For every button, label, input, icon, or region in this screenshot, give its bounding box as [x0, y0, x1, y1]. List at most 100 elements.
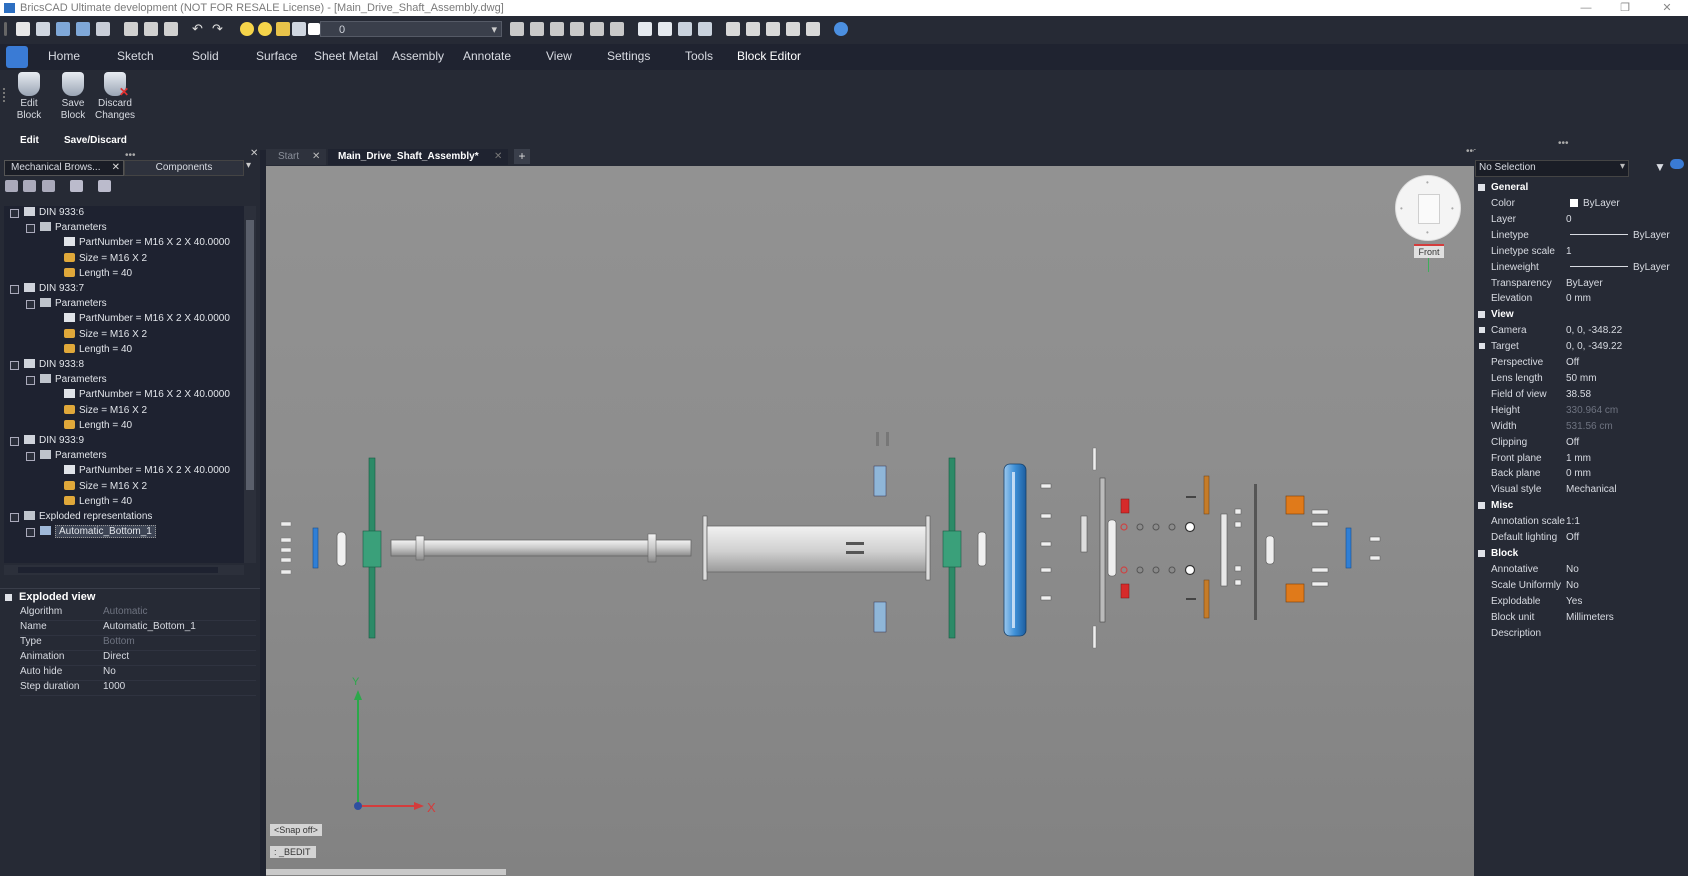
property-value[interactable]: ByLayer: [1566, 196, 1620, 212]
tree-item[interactable]: Size = M16 X 2: [64, 403, 147, 418]
property-row[interactable]: Annotation scale 1:1: [1474, 514, 1688, 530]
shade-icon[interactable]: [678, 22, 692, 36]
selection-dropdown[interactable]: No Selection ▾: [1475, 160, 1629, 177]
panel-close-icon[interactable]: ✕: [250, 148, 258, 159]
property-row[interactable]: Linetype scale 1: [1474, 244, 1688, 260]
tree-item[interactable]: DIN 933:6: [10, 205, 84, 220]
polar-icon[interactable]: [610, 22, 624, 36]
property-row[interactable]: Annotative No: [1474, 562, 1688, 578]
tree-filter-icon[interactable]: [42, 180, 55, 192]
print-preview-icon[interactable]: [124, 22, 138, 36]
tools-icon[interactable]: [766, 22, 780, 36]
eraser-icon[interactable]: [746, 22, 760, 36]
property-row[interactable]: Elevation 0 mm: [1474, 291, 1688, 307]
property-value[interactable]: 0: [1566, 212, 1572, 228]
open-file-icon[interactable]: [36, 22, 50, 36]
property-value[interactable]: ByLayer: [1566, 228, 1670, 244]
help-icon[interactable]: [834, 22, 848, 36]
tree-item[interactable]: Length = 40: [64, 342, 132, 357]
section-block[interactable]: Block: [1474, 546, 1688, 562]
grid-icon[interactable]: [570, 22, 584, 36]
property-value[interactable]: 1000: [103, 679, 125, 695]
property-value[interactable]: No: [1566, 562, 1579, 578]
property-row[interactable]: Default lighting Off: [1474, 530, 1688, 546]
tree-collapse-toggle-icon[interactable]: [10, 513, 19, 522]
property-row[interactable]: Target 0, 0, -349.22: [1474, 339, 1688, 355]
save-as-icon[interactable]: [76, 22, 90, 36]
command-line-tag[interactable]: : _BEDIT: [270, 846, 316, 858]
tree-item[interactable]: Size = M16 X 2: [64, 251, 147, 266]
drawing-viewport[interactable]: • • • • Front Y X <Snap off>: _BEDIT: [266, 166, 1474, 876]
chevron-down-icon[interactable]: ▾: [1620, 161, 1625, 172]
redo-icon[interactable]: ↷: [212, 22, 226, 36]
tree-item[interactable]: Parameters: [26, 448, 107, 463]
property-row[interactable]: Clipping Off: [1474, 435, 1688, 451]
property-value[interactable]: Yes: [1566, 594, 1582, 610]
collapse-section-icon[interactable]: [1478, 502, 1485, 510]
print-icon[interactable]: [164, 22, 178, 36]
tab-components[interactable]: Components: [124, 160, 244, 176]
property-value[interactable]: Off: [1566, 355, 1579, 371]
tree-collapse-toggle-icon[interactable]: [26, 528, 35, 538]
collapse-section-icon[interactable]: [1478, 550, 1485, 557]
tree-collapse-toggle-icon[interactable]: [10, 285, 19, 294]
section-general[interactable]: General: [1474, 180, 1688, 196]
property-row[interactable]: Color ByLayer: [1474, 196, 1688, 212]
property-row[interactable]: Explodable Yes: [1474, 594, 1688, 610]
property-value[interactable]: 1: [1566, 244, 1572, 260]
property-value[interactable]: Mechanical: [1566, 482, 1617, 498]
section-misc[interactable]: Misc: [1474, 498, 1688, 514]
property-row[interactable]: Back plane 0 mm: [1474, 466, 1688, 482]
tree-item-selected[interactable]: Automatic_Bottom_1: [26, 524, 156, 539]
close-tab-start-icon[interactable]: ✕: [312, 151, 320, 162]
property-row[interactable]: Block unit Millimeters: [1474, 610, 1688, 626]
property-value[interactable]: 38.58: [1566, 387, 1591, 403]
tree-collapse-toggle-icon[interactable]: [26, 452, 35, 462]
property-value[interactable]: Bottom: [103, 634, 135, 650]
property-value[interactable]: 0 mm: [1566, 291, 1591, 307]
expand-icon[interactable]: [1479, 343, 1485, 350]
property-value[interactable]: 330.964 cm: [1566, 403, 1618, 419]
tree-item[interactable]: Length = 40: [64, 266, 132, 281]
tree-item[interactable]: PartNumber = M16 X 2 X 40.0000: [64, 311, 230, 326]
expand-icon[interactable]: [1479, 327, 1485, 334]
property-value[interactable]: Automatic: [103, 604, 147, 620]
tab-mechanical-browser[interactable]: Mechanical Brows... ✕: [4, 160, 124, 176]
property-row[interactable]: Transparency ByLayer: [1474, 276, 1688, 292]
tab-assembly[interactable]: Assembly: [392, 49, 444, 63]
snap-status-tag[interactable]: <Snap off>: [270, 824, 322, 836]
tab-surface[interactable]: Surface: [256, 49, 297, 63]
property-row[interactable]: Layer 0: [1474, 212, 1688, 228]
tab-main-drive-shaft[interactable]: Main_Drive_Shaft_Assembly* ✕: [328, 149, 508, 165]
render-icon[interactable]: [698, 22, 712, 36]
property-value[interactable]: Millimeters: [1566, 610, 1614, 626]
tree-scrollbar-thumb[interactable]: [246, 220, 254, 490]
tree-collapse-toggle-icon[interactable]: [10, 361, 19, 370]
property-value[interactable]: Off: [1566, 530, 1579, 546]
screen-icon[interactable]: [806, 22, 820, 36]
tree-item[interactable]: Size = M16 X 2: [64, 327, 147, 342]
save-block-button[interactable]: Save Block: [51, 72, 95, 122]
tree-item[interactable]: Size = M16 X 2: [64, 479, 147, 494]
tree-item[interactable]: Length = 40: [64, 494, 132, 509]
tree-collapse-toggle-icon[interactable]: [26, 224, 35, 234]
collapse-section-icon[interactable]: [5, 594, 12, 601]
tab-sheet-metal[interactable]: Sheet Metal: [314, 49, 378, 63]
property-value[interactable]: 50 mm: [1566, 371, 1597, 387]
property-value[interactable]: ByLayer: [1566, 276, 1603, 292]
tree-collapse-toggle-icon[interactable]: [10, 437, 19, 446]
layer-lock-icon[interactable]: [276, 22, 290, 36]
section-view[interactable]: View: [1474, 307, 1688, 323]
tree-item[interactable]: Parameters: [26, 220, 107, 235]
tab-sketch[interactable]: Sketch: [117, 49, 154, 63]
tree-scrollbar[interactable]: [244, 206, 256, 563]
property-row[interactable]: Front plane 1 mm: [1474, 451, 1688, 467]
property-row[interactable]: Scale Uniformly No: [1474, 578, 1688, 594]
property-row[interactable]: Field of view 38.58: [1474, 387, 1688, 403]
property-value[interactable]: 0 mm: [1566, 466, 1591, 482]
app-menu-icon[interactable]: [6, 46, 28, 68]
tree-item[interactable]: DIN 933:8: [10, 357, 84, 372]
property-row[interactable]: Visual style Mechanical: [1474, 482, 1688, 498]
tree-collapse-toggle-icon[interactable]: [10, 209, 19, 218]
property-value[interactable]: 1 mm: [1566, 451, 1591, 467]
